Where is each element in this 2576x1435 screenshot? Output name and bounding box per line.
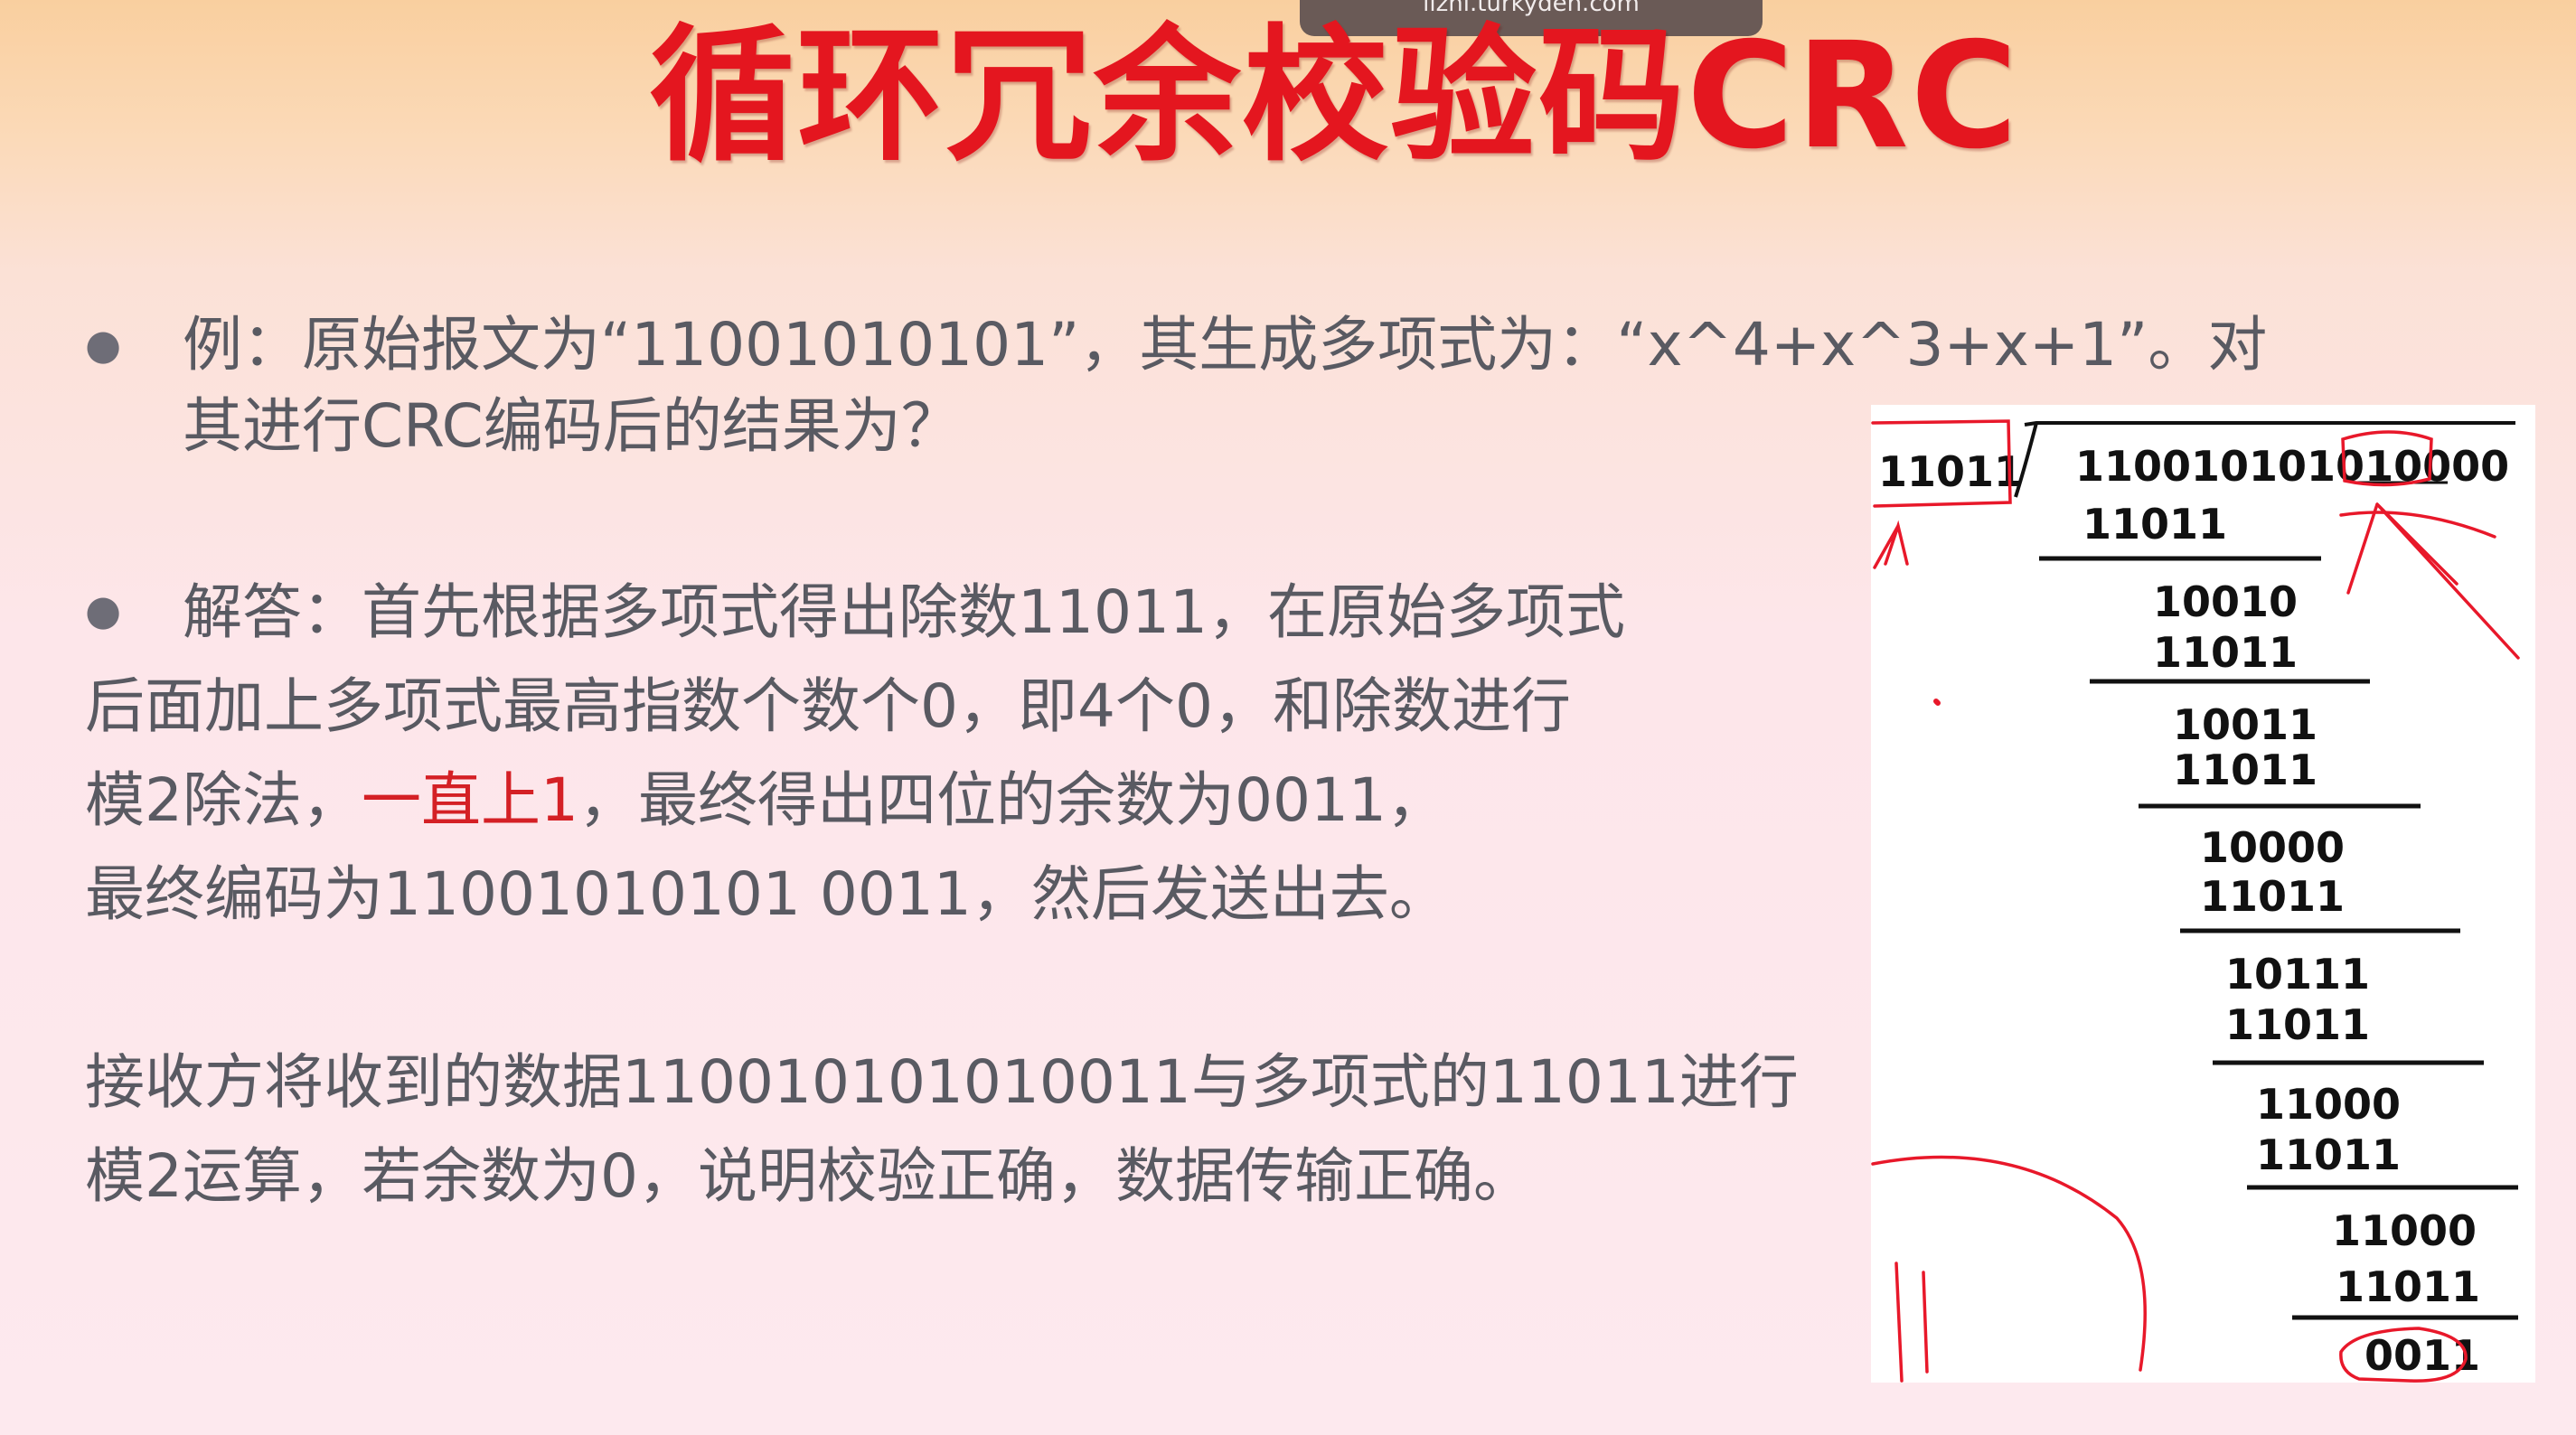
ink-dot xyxy=(1933,699,1941,706)
example-line-2: 其进行CRC编码后的结果为？ xyxy=(183,391,961,461)
bullet-dot: ● xyxy=(85,320,122,369)
division-step: 11011 xyxy=(2173,746,2317,794)
bullet-dot: ● xyxy=(85,586,122,634)
division-top-bar xyxy=(2024,421,2515,427)
division-whiteboard: 11011 110010101010000 11011 10010 11011 … xyxy=(1871,405,2535,1383)
annotation-stroke xyxy=(2339,511,2496,539)
division-step: 11011 xyxy=(2200,872,2345,921)
remainder: 0011 xyxy=(2364,1331,2480,1380)
division-step: 11011 xyxy=(2336,1262,2480,1311)
answer-line-3-end: ，最终得出四位的余数为0011， xyxy=(578,765,1446,835)
divisor-arrow-mark xyxy=(1873,520,1909,569)
answer-line-3-start: 模2除法， xyxy=(85,765,362,835)
slide-title: 循环冗余校验码CRC xyxy=(649,12,2020,182)
division-step: 10010 xyxy=(2153,577,2298,626)
division-step: 10000 xyxy=(2200,823,2345,872)
division-step: 11000 xyxy=(2256,1080,2401,1129)
answer-line-4: 最终编码为11001010101 0011，然后发送出去。 xyxy=(85,859,1449,929)
receiver-line-2: 模2运算，若余数为0，说明校验正确，数据传输正确。 xyxy=(85,1141,1533,1211)
left-tick-strokes xyxy=(1894,1261,1929,1383)
dividend: 110010101010000 xyxy=(2075,442,2509,491)
division-step: 11000 xyxy=(2332,1206,2477,1255)
dividend-prefix: 1100101010 xyxy=(2075,442,2364,491)
answer-emphasis-red: 一直上1 xyxy=(362,765,578,835)
answer-line-1: 解答：首先根据多项式得出除数11011，在原始多项式 xyxy=(183,577,1625,647)
zeros-arrow-strokes xyxy=(2346,502,2520,660)
answer-line-2: 后面加上多项式最高指数个数个0，即4个0，和除数进行 xyxy=(85,671,1571,741)
division-step: 11011 xyxy=(2153,628,2298,677)
division-step: 11011 xyxy=(2082,500,2227,549)
divisor: 11011 xyxy=(1878,447,2023,496)
answer-line-3: 模2除法，一直上1，最终得出四位的余数为0011， xyxy=(85,754,1446,848)
division-step: 11011 xyxy=(2256,1130,2401,1179)
division-step: 10011 xyxy=(2173,700,2317,749)
left-curve-stroke xyxy=(1871,1155,2147,1372)
division-step: 11011 xyxy=(2225,1000,2370,1049)
example-line-1: 例：原始报文为“11001010101”，其生成多项式为：“x^4+x^3+x+… xyxy=(183,310,2268,380)
receiver-line-1: 接收方将收到的数据110010101010011与多项式的11011进行 xyxy=(85,1047,1799,1117)
division-drawing: 11011 110010101010000 11011 10010 11011 … xyxy=(1871,419,2520,1383)
division-step: 10111 xyxy=(2225,950,2370,999)
